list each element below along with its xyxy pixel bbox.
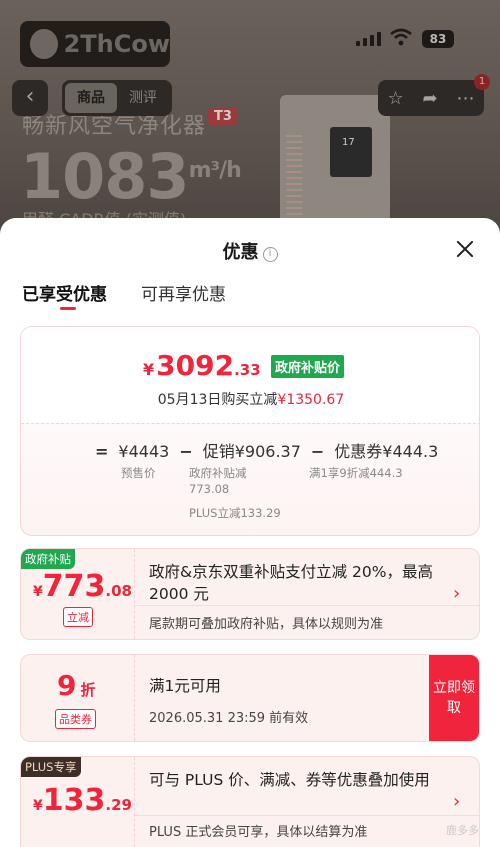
coupon-expiry: 2026.05.31 23:59 前有效	[149, 711, 309, 726]
tab-available-discounts[interactable]: 可再享优惠	[141, 280, 226, 310]
close-icon[interactable]	[452, 236, 478, 262]
star-icon[interactable]: ☆	[387, 88, 403, 109]
tab-enjoyed-discounts[interactable]: 已享受优惠	[22, 280, 107, 310]
wifi-icon	[390, 28, 412, 46]
chevron-right-icon[interactable]: ›	[453, 584, 465, 604]
category-coupon: 9折 品类券 满1元可用 2026.05.31 23:59 前有效 立即领取	[20, 654, 480, 742]
chevron-right-icon[interactable]: ›	[453, 792, 465, 812]
coupon-title: 满1元可用	[149, 677, 221, 695]
cadr-number: 1083m³/h	[20, 140, 242, 213]
coupon-subtitle: 尾款期可叠加政府补贴，具体以规则为准	[149, 617, 384, 632]
gov-subsidy-coupon[interactable]: 政府补贴 ¥773.08 立减 政府&京东双重补贴支付立减 20%，最高 200…	[20, 548, 480, 640]
battery-icon: 83	[422, 30, 454, 48]
back-button[interactable]: ‹	[12, 80, 48, 116]
claim-coupon-button[interactable]: 立即领取	[429, 655, 479, 741]
final-price: ¥ 3092 .33	[143, 349, 261, 382]
notification-badge: 1	[474, 74, 490, 90]
plus-exclusive-coupon[interactable]: PLUS专享 ¥133.29 可与 PLUS 价、满减、券等优惠叠加使用 PLU…	[20, 756, 480, 847]
gov-subsidy-tag: 政府补贴	[21, 549, 75, 569]
action-group: ☆ ➦ ⋯	[378, 80, 484, 116]
category-coupon-tag: 品类券	[55, 709, 96, 729]
product-tabs: 商品 测评	[62, 80, 172, 116]
coupon-amount: ¥773.08	[33, 569, 132, 604]
coupon-title: 政府&京东双重补贴支付立减 20%，最高 2000 元	[149, 563, 433, 603]
coupon-amount: 优惠券¥444.3	[334, 442, 439, 461]
coupon-amount: ¥133.29	[33, 783, 132, 818]
discount-tabs: 已享受优惠 可再享优惠	[22, 280, 226, 310]
gov-subsidy-price-tag: 政府补贴价	[271, 355, 345, 378]
watermark: 鹿多多	[446, 824, 479, 837]
promo-amount: 促销¥906.37	[202, 442, 301, 461]
divider	[21, 423, 479, 424]
product-page-background: 17 畅新风空气净化器 T3 1083m³/h 甲醛 CADR值 (实测值) 2…	[0, 0, 500, 240]
instant-discount-tag: 立减	[63, 607, 93, 627]
product-navbar: ‹ 商品 测评 ☆ ➦ ⋯ 1	[0, 74, 500, 118]
tab-product[interactable]: 商品	[65, 83, 117, 113]
price-summary-card: ¥ 3092 .33 政府补贴价 05月13日购买立减¥1350.67 = ¥44…	[20, 326, 480, 536]
plus-exclusive-tag: PLUS专享	[21, 757, 81, 777]
purchase-date-discount: 05月13日购买立减¥1350.67	[157, 392, 345, 408]
discount-rate: 9折	[57, 669, 96, 702]
discount-sheet: 优惠 i 已享受优惠 可再享优惠 ¥ 3092 .33 政府补贴价 05月13日购…	[0, 218, 500, 847]
coupon-subtitle: PLUS 正式会员可享，具体以结算为准	[149, 825, 368, 840]
more-icon[interactable]: ⋯	[457, 88, 475, 109]
sheet-title: 优惠 i	[0, 238, 500, 264]
presale-label: 预售价	[121, 466, 156, 480]
logo-icon	[30, 29, 58, 59]
app-logo: 2ThCow	[20, 21, 170, 67]
share-icon[interactable]: ➦	[423, 88, 438, 109]
info-icon[interactable]: i	[262, 247, 278, 262]
tab-review[interactable]: 测评	[117, 83, 169, 113]
promo-breakdown: 政府补贴减 773.08 PLUS立减133.29	[189, 466, 281, 520]
status-bar: 2ThCow 83	[0, 0, 500, 70]
coupon-label: 满1享9折减444.3	[309, 466, 403, 480]
signal-icon	[356, 32, 381, 46]
coupon-title: 可与 PLUS 价、满减、券等优惠叠加使用	[149, 771, 430, 789]
presale-price: ¥4443	[118, 442, 170, 461]
price-formula: = ¥4443− 促销¥906.37− 优惠券¥444.3	[95, 442, 439, 461]
